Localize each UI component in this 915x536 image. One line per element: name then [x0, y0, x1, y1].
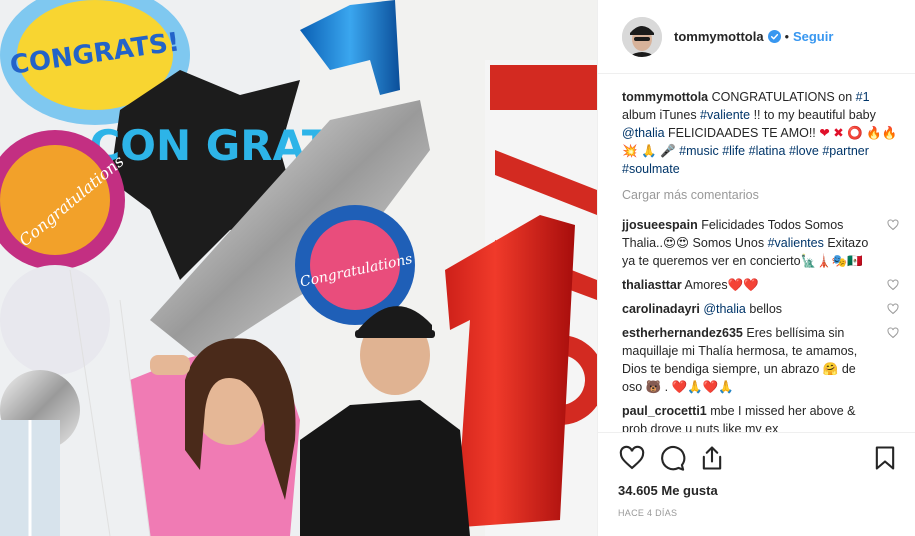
comment-bubble-icon[interactable] [658, 444, 686, 472]
caption-text-3: !! to my beautiful baby [750, 108, 876, 122]
header-separator: • [784, 29, 789, 44]
comment-username[interactable]: estherhernandez635 [622, 326, 743, 340]
like-comment-heart-icon[interactable] [887, 219, 899, 231]
caption: tommymottola CONGRATULATIONS on #1 album… [622, 88, 899, 178]
load-more-comments-button[interactable]: Cargar más comentarios [622, 186, 899, 204]
comment: jjosueespain Felicidades Todos Somos Tha… [622, 216, 899, 270]
hashtag-link[interactable]: #valiente [700, 108, 750, 122]
mention-link[interactable]: @thalia [703, 302, 746, 316]
comment-text-after: bellos [745, 302, 783, 316]
like-comment-heart-icon[interactable] [887, 279, 899, 291]
verified-badge-icon [767, 30, 781, 43]
hashtag-link[interactable]: #love [789, 144, 819, 158]
comments-section: tommymottola CONGRATULATIONS on #1 album… [598, 74, 915, 432]
comment-username[interactable]: paul_crocetti1 [622, 404, 707, 418]
action-bar: 34.605 Me gusta HACE 4 DÍAS [598, 432, 915, 536]
mention-link[interactable]: @thalia [622, 126, 665, 140]
hashtag-link[interactable]: #latina [749, 144, 786, 158]
caption-text-1: CONGRATULATIONS on [711, 90, 856, 104]
instagram-post: CONGRATS! CON GRAT Congratulations Congr… [0, 0, 915, 536]
caption-username[interactable]: tommymottola [622, 90, 708, 104]
header-username[interactable]: tommymottola [674, 29, 764, 44]
caption-text-2: album iTunes [622, 108, 701, 122]
likes-count[interactable]: 34.605 Me gusta [618, 483, 899, 498]
post-timestamp[interactable]: HACE 4 DÍAS [618, 508, 899, 518]
comment: estherhernandez635 Eres bellísima sin ma… [622, 324, 899, 396]
save-bookmark-icon[interactable] [871, 444, 899, 472]
follow-button[interactable]: Seguir [793, 29, 833, 44]
comment-username[interactable]: jjosueespain [622, 218, 698, 232]
caption-text-4: FELICIDAADES TE AMO!! [664, 126, 820, 140]
post-photo[interactable]: CONGRATS! CON GRAT Congratulations Congr… [0, 0, 597, 536]
like-comment-heart-icon[interactable] [887, 303, 899, 315]
comment-username[interactable]: thaliasttar [622, 278, 682, 292]
like-heart-icon[interactable] [618, 444, 646, 472]
photo-illustration: CONGRATS! CON GRAT Congratulations Congr… [0, 0, 597, 536]
hashtag-link[interactable]: #1 [856, 90, 870, 104]
comment: paul_crocetti1 mbe I missed her above & … [622, 402, 899, 432]
avatar-image [622, 16, 662, 57]
avatar[interactable] [622, 16, 662, 57]
hashtag-link[interactable]: #soulmate [622, 162, 680, 176]
share-upload-icon[interactable] [698, 444, 726, 472]
comment: thaliasttar Amores❤️❤️ [622, 276, 899, 294]
comment: carolinadayri @thalia bellos [622, 300, 899, 318]
post-sidebar: tommymottola • Seguir tommymottola CONGR… [597, 0, 915, 536]
hashtag-link[interactable]: #partner [822, 144, 869, 158]
hashtag-link[interactable]: #life [722, 144, 745, 158]
hashtag-link[interactable]: #valientes [768, 236, 824, 250]
comment-username[interactable]: carolinadayri [622, 302, 700, 316]
hashtag-link[interactable]: #music [679, 144, 719, 158]
like-comment-heart-icon[interactable] [887, 327, 899, 339]
post-header: tommymottola • Seguir [598, 0, 915, 74]
comment-text: Amores❤️❤️ [684, 278, 759, 292]
